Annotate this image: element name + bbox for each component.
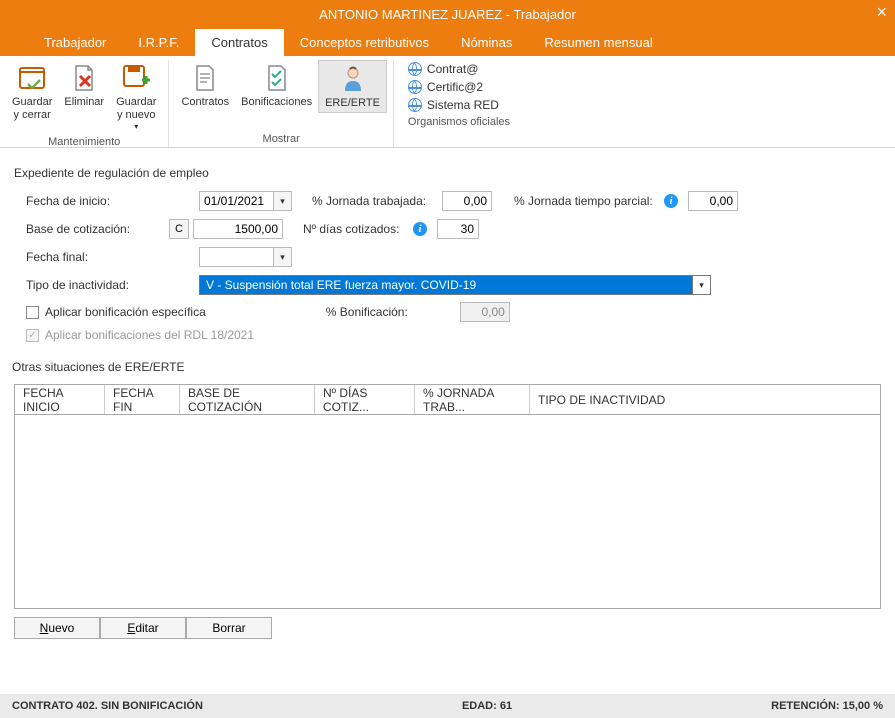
- contracts-icon: [189, 62, 221, 94]
- pct-bonificacion-label: % Bonificación:: [326, 305, 408, 319]
- col-base-cotizacion[interactable]: BASE DE COTIZACIÓN: [180, 385, 315, 414]
- tipo-inactividad-select[interactable]: V - Suspensión total ERE fuerza mayor. C…: [199, 275, 693, 295]
- aplicar-bonif-especifica-label: Aplicar bonificación específica: [45, 305, 206, 319]
- bonificaciones-label: Bonificaciones: [241, 96, 312, 109]
- info-icon[interactable]: i: [664, 194, 678, 208]
- sistema-red-label: Sistema RED: [427, 98, 499, 112]
- certifica2-link[interactable]: Certific@2: [408, 80, 502, 94]
- contrata-link[interactable]: Contrat@: [408, 62, 502, 76]
- globe-icon: [408, 62, 422, 76]
- tabbar: Trabajador I.R.P.F. Contratos Conceptos …: [0, 28, 895, 56]
- jornada-trabajada-label: % Jornada trabajada:: [312, 194, 442, 208]
- fecha-inicio-input[interactable]: [199, 191, 274, 211]
- jornada-parcial-input[interactable]: [688, 191, 738, 211]
- statusbar: CONTRATO 402. SIN BONIFICACIÓN EDAD: 61 …: [0, 694, 895, 718]
- col-tipo-inactividad[interactable]: TIPO DE INACTIVIDAD: [530, 385, 880, 414]
- ribbon-group-mantenimiento-label: Mantenimiento: [6, 134, 162, 150]
- aplicar-bonif-rdl-checkbox: ✓: [26, 329, 39, 342]
- col-fecha-fin[interactable]: FECHA FIN: [105, 385, 180, 414]
- bonificaciones-button[interactable]: Bonificaciones: [235, 60, 318, 111]
- eliminar-label: Eliminar: [64, 96, 104, 109]
- guardar-nuevo-button[interactable]: Guardary nuevo ▾: [110, 60, 162, 134]
- tipo-inactividad-dropdown[interactable]: ▾: [693, 275, 711, 295]
- content: Expediente de regulación de empleo Fecha…: [0, 148, 895, 374]
- sistema-red-link[interactable]: Sistema RED: [408, 98, 502, 112]
- guardar-cerrar-button[interactable]: Guardary cerrar: [6, 60, 58, 124]
- close-icon[interactable]: ×: [876, 2, 887, 23]
- base-cotizacion-label: Base de cotización:: [14, 222, 169, 236]
- base-cotizacion-input[interactable]: [193, 219, 283, 239]
- col-jornada-trab[interactable]: % JORNADA TRAB...: [415, 385, 530, 414]
- ribbon-group-mostrar-label: Mostrar: [175, 131, 386, 147]
- ribbon-group-organismos-label: Organismos oficiales: [400, 114, 510, 130]
- nuevo-button[interactable]: Nuevo: [14, 617, 100, 639]
- guardar-nuevo-label: Guardary nuevo: [116, 96, 156, 122]
- fecha-final-input[interactable]: [199, 247, 274, 267]
- bonif-icon: [261, 62, 293, 94]
- ribbon-group-mantenimiento: Guardary cerrar Eliminar Guardary nuevo …: [0, 60, 169, 147]
- guardar-cerrar-label: Guardary cerrar: [12, 96, 52, 122]
- tab-trabajador[interactable]: Trabajador: [28, 29, 122, 56]
- save-new-icon: [120, 62, 152, 94]
- dias-cotizados-label: Nº días cotizados:: [303, 222, 413, 236]
- globe-icon: [408, 98, 422, 112]
- jornada-parcial-label: % Jornada tiempo parcial:: [514, 194, 664, 208]
- tipo-inactividad-label: Tipo de inactividad:: [14, 278, 169, 292]
- eliminar-button[interactable]: Eliminar: [58, 60, 110, 111]
- ribbon-group-mostrar: Contratos Bonificaciones ERE/ERTE Mostra…: [169, 60, 393, 147]
- tab-nominas[interactable]: Nóminas: [445, 29, 528, 56]
- ribbon: Guardary cerrar Eliminar Guardary nuevo …: [0, 56, 895, 148]
- tab-irpf[interactable]: I.R.P.F.: [122, 29, 195, 56]
- col-dias-cotiz[interactable]: Nº DÍAS COTIZ...: [315, 385, 415, 414]
- save-close-icon: [16, 62, 48, 94]
- status-contrato: CONTRATO 402. SIN BONIFICACIÓN: [12, 700, 203, 712]
- status-retencion: RETENCIÓN: 15,00 %: [771, 700, 883, 712]
- info-icon[interactable]: i: [413, 222, 427, 236]
- grid-header: FECHA INICIO FECHA FIN BASE DE COTIZACIÓ…: [15, 385, 880, 415]
- aplicar-bonif-rdl-label: Aplicar bonificaciones del RDL 18/2021: [45, 328, 254, 342]
- pct-bonificacion-input: [460, 302, 510, 322]
- section-expediente-title: Expediente de regulación de empleo: [14, 166, 881, 180]
- tab-resumen[interactable]: Resumen mensual: [528, 29, 668, 56]
- globe-icon: [408, 80, 422, 94]
- table-wrap: FECHA INICIO FECHA FIN BASE DE COTIZACIÓ…: [14, 384, 881, 639]
- col-fecha-inicio[interactable]: FECHA INICIO: [15, 385, 105, 414]
- section-otras-title: Otras situaciones de ERE/ERTE: [12, 360, 881, 374]
- contratos-button[interactable]: Contratos: [175, 60, 235, 111]
- ere-erte-button[interactable]: ERE/ERTE: [318, 60, 387, 113]
- status-edad: EDAD: 61: [462, 700, 512, 712]
- fecha-inicio-label: Fecha de inicio:: [14, 194, 169, 208]
- ere-erte-label: ERE/ERTE: [325, 97, 380, 110]
- fecha-final-label: Fecha final:: [14, 250, 169, 264]
- contrata-label: Contrat@: [427, 62, 479, 76]
- contratos-label: Contratos: [181, 96, 229, 109]
- delete-icon: [68, 62, 100, 94]
- window-title: ANTONIO MARTINEZ JUAREZ - Trabajador: [319, 7, 576, 22]
- certifica2-label: Certific@2: [427, 80, 483, 94]
- tab-conceptos[interactable]: Conceptos retributivos: [284, 29, 445, 56]
- base-cotizacion-c-button[interactable]: C: [169, 219, 189, 239]
- person-icon: [337, 63, 369, 95]
- aplicar-bonif-especifica-checkbox[interactable]: [26, 306, 39, 319]
- situaciones-grid[interactable]: FECHA INICIO FECHA FIN BASE DE COTIZACIÓ…: [14, 384, 881, 609]
- editar-button[interactable]: Editar: [100, 617, 186, 639]
- fecha-inicio-dropdown[interactable]: ▾: [274, 191, 292, 211]
- titlebar: ANTONIO MARTINEZ JUAREZ - Trabajador ×: [0, 0, 895, 28]
- ribbon-group-organismos: Contrat@ Certific@2 Sistema RED Organism…: [394, 60, 516, 147]
- jornada-trabajada-input[interactable]: [442, 191, 492, 211]
- dias-cotizados-input[interactable]: [437, 219, 479, 239]
- fecha-final-dropdown[interactable]: ▾: [274, 247, 292, 267]
- borrar-button[interactable]: Borrar: [186, 617, 272, 639]
- tab-contratos[interactable]: Contratos: [195, 29, 283, 56]
